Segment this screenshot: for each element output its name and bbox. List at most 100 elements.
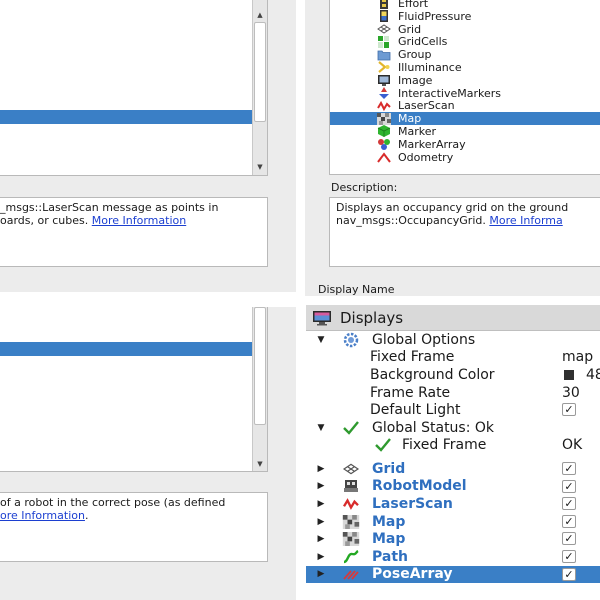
display-type-list[interactable]: Effort FluidPressure Grid GridCells Group Ill… <box>329 0 600 175</box>
display-item-checkbox[interactable]: ✓ <box>562 514 576 528</box>
color-swatch[interactable] <box>564 370 574 381</box>
display-item-row[interactable]: ▶ LaserScan ✓ <box>306 495 600 513</box>
display-type-item[interactable]: Map <box>330 112 600 125</box>
display-type-label: Map <box>398 112 422 126</box>
grid-cells-icon <box>376 35 392 48</box>
collapse-arrow-icon[interactable]: ▼ <box>316 335 326 345</box>
display-item-label: PoseArray <box>372 566 453 583</box>
background-color-value[interactable]: 48 <box>586 367 600 383</box>
more-information-link[interactable]: More Information <box>92 214 186 227</box>
frame-rate-value[interactable]: 30 <box>562 385 580 401</box>
display-type-label: LaserScan <box>398 99 455 113</box>
expand-arrow-icon[interactable]: ▶ <box>316 481 326 491</box>
list-scrollbar[interactable]: ▼ <box>252 307 267 471</box>
check-mark-icon <box>342 421 360 435</box>
display-type-item[interactable]: LaserScan <box>330 99 600 112</box>
map-icon <box>342 514 360 529</box>
global-status-row[interactable]: ▼ Global Status: Ok <box>306 419 600 437</box>
display-type-list[interactable]: ▲ ▼ <box>0 0 268 176</box>
expand-arrow-icon[interactable]: ▶ <box>316 569 326 579</box>
more-information-link[interactable]: More Informa <box>489 214 562 227</box>
display-type-item[interactable]: MarkerArray <box>330 138 600 151</box>
display-item-row[interactable]: ▶ Path ✓ <box>306 548 600 566</box>
path-icon <box>342 549 360 564</box>
display-item-row[interactable]: ▶ PoseArray ✓ <box>306 565 600 584</box>
grid-icon <box>342 462 360 476</box>
scroll-down-icon[interactable]: ▼ <box>253 459 267 469</box>
display-item-row[interactable]: ▶ Map ✓ <box>306 530 600 548</box>
display-type-item[interactable]: Grid <box>330 23 600 36</box>
top-right-panel: Effort FluidPressure Grid GridCells Group Ill… <box>305 0 600 296</box>
display-item-label: Path <box>372 548 408 565</box>
scroll-down-icon[interactable]: ▼ <box>253 162 267 172</box>
display-name-label: Display Name <box>318 283 395 296</box>
default-light-label: Default Light <box>370 402 461 419</box>
scroll-up-icon[interactable]: ▲ <box>253 10 267 20</box>
grid-icon <box>376 23 392 35</box>
frame-rate-label: Frame Rate <box>370 384 451 401</box>
expand-arrow-icon[interactable]: ▶ <box>316 499 326 509</box>
display-type-item[interactable]: Odometry <box>330 151 600 164</box>
expand-arrow-icon[interactable]: ▶ <box>316 517 326 527</box>
description-box: _msgs::LaserScan message as points in oa… <box>0 197 268 267</box>
display-item-checkbox[interactable]: ✓ <box>562 497 576 511</box>
description-line-1: _msgs::LaserScan message as points in <box>0 201 219 214</box>
description-box: of a robot in the correct pose (as defin… <box>0 492 268 562</box>
global-options-label: Global Options <box>372 331 476 348</box>
description-text: oards, or cubes. <box>0 214 89 227</box>
display-type-item[interactable]: GridCells <box>330 35 600 48</box>
description-heading: Description: <box>331 181 398 194</box>
expand-arrow-icon[interactable]: ▶ <box>316 552 326 562</box>
displays-title: Displays <box>340 308 404 327</box>
display-type-item[interactable]: Illuminance <box>330 61 600 74</box>
display-item-row[interactable]: ▶ Map ✓ <box>306 513 600 531</box>
display-type-label: GridCells <box>398 35 448 49</box>
display-type-items: Effort FluidPressure Grid GridCells Group Ill… <box>330 0 600 173</box>
display-item-checkbox[interactable]: ✓ <box>562 567 576 581</box>
background-color-row[interactable]: Background Color 48 <box>306 366 600 384</box>
description-box: Displays an occupancy grid on the ground… <box>329 197 600 267</box>
display-type-item[interactable]: FluidPressure <box>330 10 600 23</box>
fixed-frame-value[interactable]: map <box>562 349 593 365</box>
fixed-frame-row[interactable]: Fixed Frame map <box>306 349 600 367</box>
expand-arrow-icon[interactable]: ▶ <box>316 534 326 544</box>
displays-header: Displays <box>306 305 600 331</box>
display-item-row[interactable]: ▶ RobotModel ✓ <box>306 478 600 496</box>
odometry-icon <box>376 151 392 163</box>
more-information-link[interactable]: ore Information <box>0 509 85 522</box>
pose-array-icon <box>342 567 360 581</box>
gear-icon <box>342 332 360 348</box>
status-fixed-frame-value: OK <box>562 437 583 454</box>
global-options-row[interactable]: ▼ Global Options <box>306 331 600 349</box>
expand-arrow-icon[interactable]: ▶ <box>316 464 326 474</box>
display-type-item[interactable]: InteractiveMarkers <box>330 87 600 100</box>
scrollbar-thumb[interactable] <box>254 307 266 425</box>
illuminance-icon <box>376 61 392 74</box>
display-type-label: Effort <box>398 0 429 10</box>
frame-rate-row[interactable]: Frame Rate 30 <box>306 384 600 402</box>
selected-list-row[interactable] <box>0 110 252 124</box>
scrollbar-thumb[interactable] <box>254 22 266 122</box>
display-type-item[interactable]: Effort <box>330 0 600 10</box>
default-light-checkbox[interactable]: ✓ <box>562 403 576 417</box>
display-item-checkbox[interactable]: ✓ <box>562 479 576 493</box>
display-item-row[interactable]: ▶ Grid ✓ <box>306 460 600 478</box>
list-scrollbar[interactable]: ▲ ▼ <box>252 0 267 175</box>
check-mark-icon <box>374 438 392 453</box>
default-light-row[interactable]: Default Light ✓ <box>306 401 600 419</box>
display-item-checkbox[interactable]: ✓ <box>562 550 576 563</box>
display-item-label: Grid <box>372 460 406 477</box>
marker-array-icon <box>376 138 392 151</box>
display-type-label: Marker <box>398 124 437 138</box>
display-type-list[interactable]: ▼ <box>0 307 268 472</box>
display-type-item[interactable]: Image <box>330 74 600 87</box>
display-type-item[interactable]: Group <box>330 48 600 61</box>
display-type-item[interactable]: Marker <box>330 125 600 138</box>
display-item-checkbox[interactable]: ✓ <box>562 532 576 546</box>
status-fixed-frame-row[interactable]: Fixed Frame OK <box>306 437 600 455</box>
collapse-arrow-icon[interactable]: ▼ <box>316 423 326 433</box>
display-item-checkbox[interactable]: ✓ <box>562 462 576 475</box>
display-type-label: Image <box>398 73 433 87</box>
status-fixed-frame-label: Fixed Frame <box>402 437 487 454</box>
selected-list-row[interactable] <box>0 342 252 356</box>
